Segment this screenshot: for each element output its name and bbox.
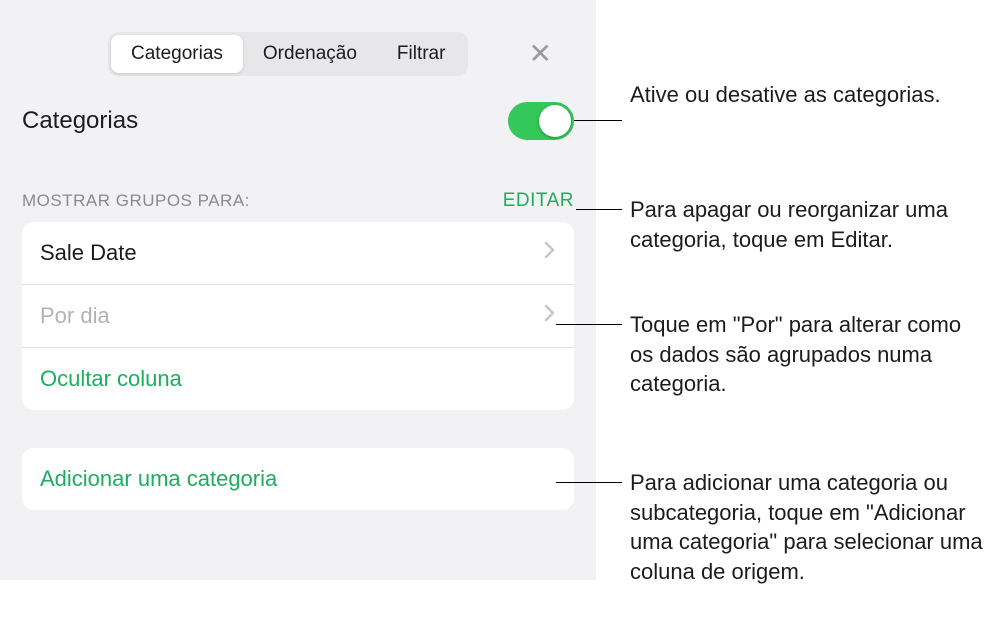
tab-sort[interactable]: Ordenação [243,35,377,73]
row-label: Sale Date [40,240,137,266]
callout-line [556,482,622,483]
row-label: Adicionar uma categoria [40,466,277,492]
annotation-by: Toque em "Por" para alterar como os dado… [630,310,990,399]
page-title: Categorias [22,107,138,135]
chevron-right-icon [544,241,556,265]
toggle-knob [539,105,571,137]
segmented-control: Categorias Ordenação Filtrar [108,32,468,76]
close-icon[interactable]: ✕ [521,36,560,72]
settings-panel: Categorias Ordenação Filtrar ✕ Categoria… [0,0,596,580]
row-sale-date[interactable]: Sale Date [22,222,574,285]
header-row: Categorias [0,76,596,140]
annotation-toggle: Ative ou desative as categorias. [630,80,941,110]
row-label: Ocultar coluna [40,366,182,392]
chevron-right-icon [544,304,556,328]
tab-categories[interactable]: Categorias [111,35,243,73]
add-category-group: Adicionar uma categoria [22,448,574,510]
row-add-category[interactable]: Adicionar uma categoria [22,448,574,510]
section-header: MOSTRAR GRUPOS PARA: EDITAR [0,140,596,222]
callout-line [574,120,622,121]
tab-filter[interactable]: Filtrar [377,35,466,73]
row-label: Por dia [40,303,110,329]
section-label: MOSTRAR GRUPOS PARA: [22,191,250,211]
edit-button[interactable]: EDITAR [503,190,574,212]
row-by-day[interactable]: Por dia [22,285,574,348]
categories-toggle[interactable] [508,102,574,140]
annotation-edit: Para apagar ou reorganizar uma categoria… [630,195,990,254]
tabs-row: Categorias Ordenação Filtrar ✕ [0,0,596,76]
row-hide-column[interactable]: Ocultar coluna [22,348,574,410]
callout-line [556,324,622,325]
category-list: Sale Date Por dia Ocultar coluna [22,222,574,410]
annotation-add: Para adicionar uma categoria ou subcateg… [630,468,990,587]
callout-line [576,209,622,210]
